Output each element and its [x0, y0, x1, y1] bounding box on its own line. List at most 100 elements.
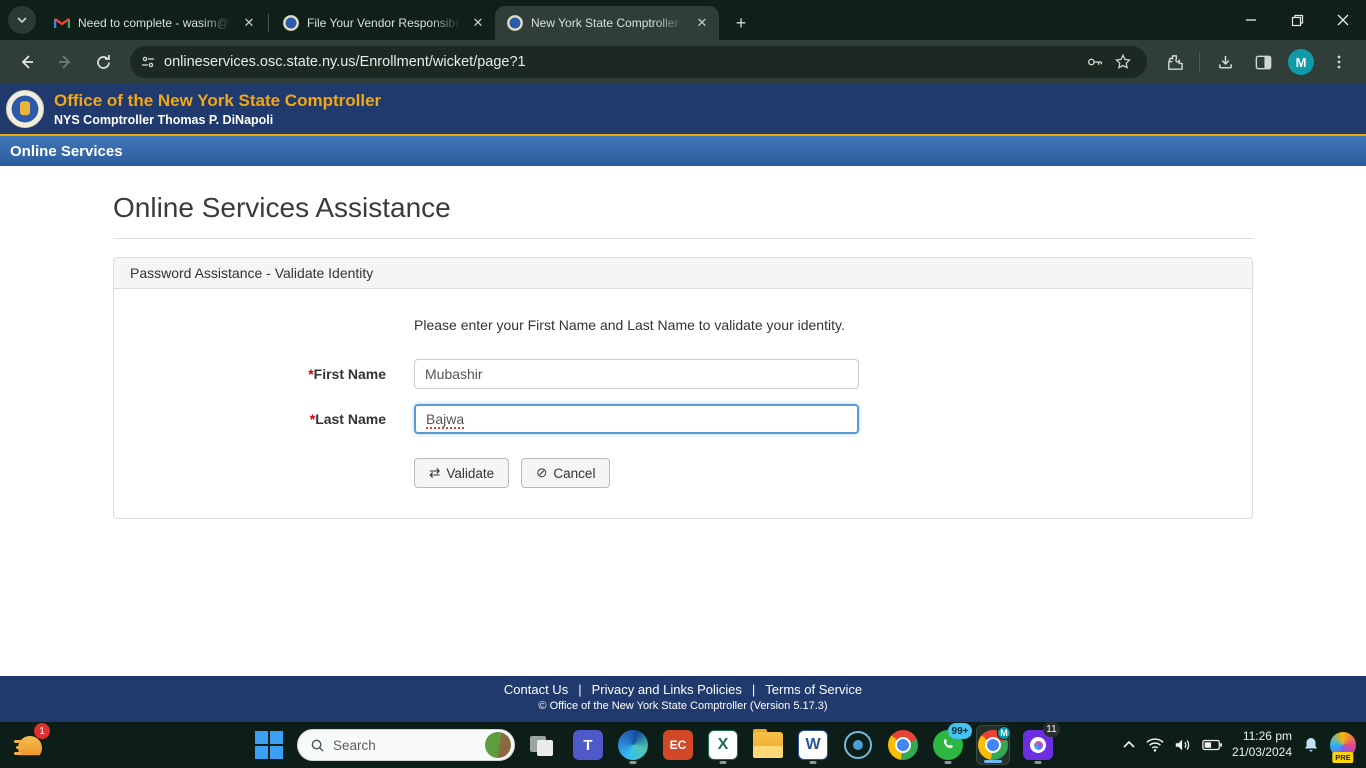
validate-button[interactable]: ⇄ Validate	[414, 458, 509, 488]
taskbar-word[interactable]: W	[796, 725, 830, 765]
key-icon	[1086, 53, 1104, 71]
side-panel-button[interactable]	[1246, 45, 1280, 79]
transfer-arrows-icon: ⇄	[429, 465, 440, 481]
taskbar-recorder[interactable]	[841, 725, 875, 765]
close-window-button[interactable]	[1320, 0, 1366, 40]
taskbar-chrome-active[interactable]: M	[976, 725, 1010, 765]
last-name-value: Bajwa	[426, 411, 464, 427]
taskbar-teams[interactable]: T	[571, 725, 605, 765]
browser-toolbar: onlineservices.osc.state.ny.us/Enrollmen…	[0, 40, 1366, 84]
tab-gmail[interactable]: Need to complete - wasim@ma ✕	[42, 6, 266, 40]
whatsapp-badge: 99+	[948, 723, 972, 739]
search-icon	[310, 738, 325, 753]
record-circle-icon	[844, 731, 872, 759]
forward-button[interactable]	[48, 45, 82, 79]
cancel-slash-icon: ⊘	[536, 465, 547, 481]
tab-search-button[interactable]	[8, 6, 36, 34]
window-controls	[1228, 0, 1366, 40]
copilot-icon[interactable]: PRE	[1330, 732, 1356, 758]
site-title: Office of the New York State Comptroller	[54, 91, 381, 111]
taskbar-edge[interactable]	[616, 725, 650, 765]
restore-icon	[1291, 14, 1304, 27]
task-view-icon	[530, 732, 556, 758]
tab-title: File Your Vendor Responsibility	[307, 16, 461, 30]
restore-button[interactable]	[1274, 0, 1320, 40]
page-title: Online Services Assistance	[113, 192, 1253, 224]
downloads-button[interactable]	[1208, 45, 1242, 79]
first-name-row: *First Name Mubashir	[114, 359, 1252, 389]
tab-title: Need to complete - wasim@ma	[78, 16, 232, 30]
online-services-nav-bar[interactable]: Online Services	[0, 136, 1366, 166]
password-assistance-panel: Password Assistance - Validate Identity …	[113, 257, 1253, 519]
nys-seal-icon	[507, 15, 523, 31]
word-icon: W	[798, 730, 828, 760]
tab-close-icon[interactable]: ✕	[693, 14, 711, 32]
taskbar-powerpoint[interactable]: EC	[661, 725, 695, 765]
cancel-button[interactable]: ⊘ Cancel	[521, 458, 610, 488]
tab-close-icon[interactable]: ✕	[240, 14, 258, 32]
search-daily-image[interactable]	[485, 732, 511, 758]
taskbar-clipchamp[interactable]: 11	[1021, 725, 1055, 765]
tray-time: 11:26 pm	[1232, 729, 1292, 745]
taskbar-excel[interactable]: X	[706, 725, 740, 765]
battery-icon[interactable]	[1202, 738, 1222, 752]
tray-clock[interactable]: 11:26 pm 21/03/2024	[1232, 729, 1292, 760]
page-viewport: Office of the New York State Comptroller…	[0, 84, 1366, 722]
reload-button[interactable]	[86, 45, 120, 79]
address-bar[interactable]: onlineservices.osc.state.ny.us/Enrollmen…	[130, 46, 1147, 78]
tab-close-icon[interactable]: ✕	[469, 14, 487, 32]
folder-icon	[753, 732, 783, 758]
wifi-icon[interactable]	[1146, 737, 1164, 753]
extensions-button[interactable]	[1157, 45, 1191, 79]
password-manager-button[interactable]	[1081, 48, 1109, 76]
powerpoint-icon: EC	[663, 730, 693, 760]
tray-date: 21/03/2024	[1232, 745, 1292, 761]
notification-bell-icon[interactable]	[1302, 736, 1320, 754]
contact-us-link[interactable]: Contact Us	[504, 682, 568, 697]
side-panel-icon	[1254, 53, 1273, 72]
taskbar-search[interactable]: Search	[297, 729, 515, 761]
new-tab-button[interactable]: +	[727, 9, 755, 37]
chrome-profile-badge: M	[997, 726, 1011, 740]
tab-comptroller-active[interactable]: New York State Comptroller - O ✕	[495, 6, 719, 40]
bookmark-button[interactable]	[1109, 48, 1137, 76]
windows-taskbar: 1 Search T EC X	[0, 722, 1366, 768]
form-buttons: ⇄ Validate ⊘ Cancel	[414, 458, 1252, 488]
task-view-button[interactable]	[526, 725, 560, 765]
taskbar-file-explorer[interactable]	[751, 725, 785, 765]
first-name-value: Mubashir	[425, 366, 483, 382]
terms-of-service-link[interactable]: Terms of Service	[765, 682, 862, 697]
divider	[113, 238, 1253, 239]
minimize-button[interactable]	[1228, 0, 1274, 40]
volume-icon[interactable]	[1174, 737, 1192, 753]
tab-vendor-responsibility[interactable]: File Your Vendor Responsibility ✕	[271, 6, 495, 40]
last-name-row: *Last Name Bajwa	[114, 404, 1252, 434]
browser-menu-button[interactable]	[1322, 45, 1356, 79]
back-button[interactable]	[10, 45, 44, 79]
tray-chevron-up-icon[interactable]	[1122, 738, 1136, 752]
close-icon	[1337, 14, 1349, 26]
footer-separator: |	[578, 682, 581, 697]
first-name-input[interactable]: Mubashir	[414, 359, 859, 389]
start-button[interactable]	[252, 725, 286, 765]
download-icon	[1216, 53, 1235, 72]
tab-separator	[268, 14, 269, 32]
last-name-input[interactable]: Bajwa	[414, 404, 859, 434]
taskbar-whatsapp[interactable]: 99+	[931, 725, 965, 765]
url-text[interactable]: onlineservices.osc.state.ny.us/Enrollmen…	[164, 54, 1081, 70]
main-content: Online Services Assistance Password Assi…	[0, 166, 1366, 676]
privacy-policies-link[interactable]: Privacy and Links Policies	[592, 682, 742, 697]
back-icon	[18, 53, 36, 71]
first-name-label: *First Name	[114, 366, 414, 382]
gmail-icon	[54, 15, 70, 31]
taskbar-chrome[interactable]	[886, 725, 920, 765]
nys-seal-logo	[6, 90, 44, 128]
profile-button[interactable]: M	[1284, 45, 1318, 79]
chrome-icon	[888, 730, 918, 760]
site-subtitle: NYS Comptroller Thomas P. DiNapoli	[54, 113, 381, 127]
site-footer: Contact Us|Privacy and Links Policies|Te…	[0, 676, 1366, 722]
weather-widget[interactable]: 1	[14, 728, 46, 760]
star-icon	[1114, 53, 1132, 71]
minimize-icon	[1245, 14, 1257, 26]
site-info-icon[interactable]	[140, 54, 156, 70]
